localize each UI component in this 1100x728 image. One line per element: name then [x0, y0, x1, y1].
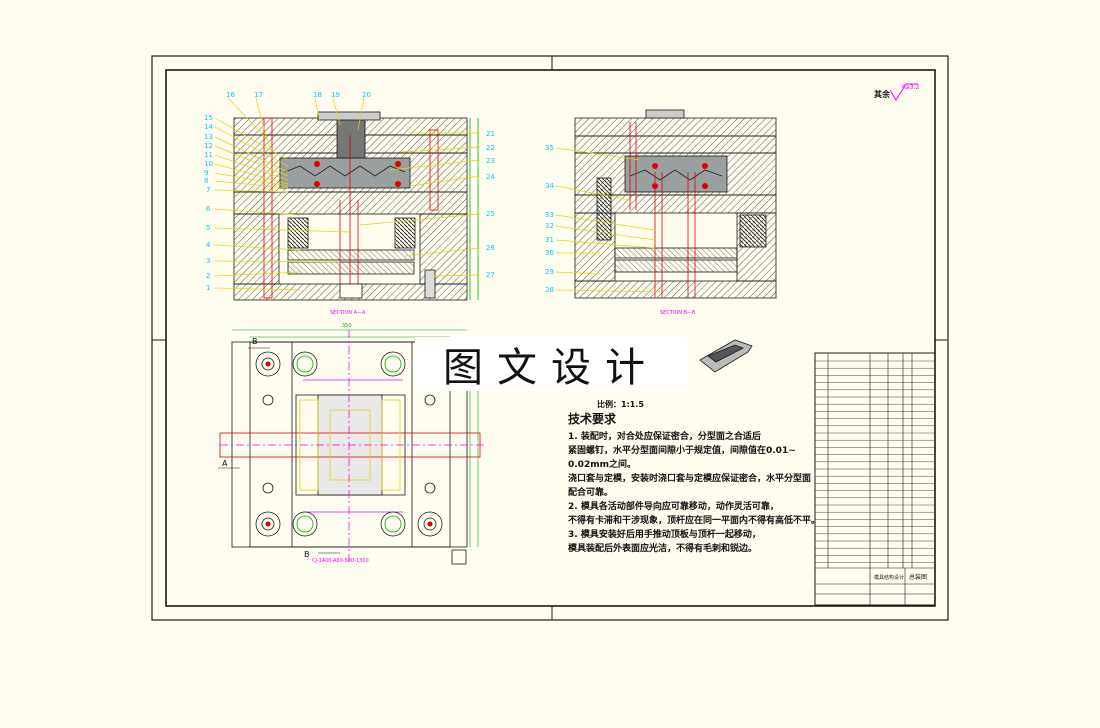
- section-aa-callout: 9: [204, 169, 208, 177]
- tech-line: 不得有卡滞和干涉现象，顶杆应在同一平面内不得有高低不平。: [568, 516, 821, 526]
- tech-line: 模具装配后外表面应光洁，不得有毛刺和锐边。: [568, 544, 758, 554]
- title-block-rows: [815, 360, 935, 563]
- section-bb-callout: 33: [545, 211, 554, 219]
- tech-line: 浇口套与定模，安装时浇口套与定模应保证密合，水平分型面: [568, 474, 812, 484]
- roughness-value: Ra3.2: [902, 84, 919, 91]
- section-bb-label: SECTION B—B: [660, 310, 696, 316]
- section-aa-callout: 16: [226, 91, 235, 99]
- section-aa-callout: 4: [206, 241, 211, 249]
- view-mark-a-left: A: [222, 459, 228, 468]
- product-thumbnail: [699, 339, 753, 373]
- section-aa-callout: 7: [206, 186, 210, 194]
- section-aa-callout: 20: [362, 91, 371, 99]
- section-aa-callout: 11: [204, 151, 213, 159]
- section-aa-callout: 26: [486, 244, 495, 252]
- drawing-title: 总装图: [909, 573, 927, 581]
- section-bb-callout: 35: [545, 144, 554, 152]
- section-aa-callout: 3: [206, 257, 210, 265]
- tech-line: 1. 装配时，对合处应保证密合，分型面之合适后: [568, 432, 761, 442]
- section-aa-callout: 27: [486, 271, 495, 279]
- view-mark-b-bottom: B: [304, 550, 310, 559]
- tech-line: 3. 模具安装好后用手推动顶板与顶杆一起移动，: [568, 530, 761, 540]
- title-block: [814, 352, 936, 606]
- section-bb-view: [574, 109, 777, 299]
- section-aa-callout: 2: [206, 272, 210, 280]
- tech-title: 技术要求: [568, 412, 617, 426]
- section-aa-callout: 18: [313, 91, 322, 99]
- section-aa-callout: 22: [486, 144, 495, 152]
- section-aa-callout: 15: [204, 114, 213, 122]
- section-bb-callout: 31: [545, 236, 554, 244]
- section-aa-callout: 19: [331, 91, 340, 99]
- roughness-label: 其余: [874, 89, 891, 99]
- section-aa-callout: 1: [206, 284, 210, 292]
- part-number-label: CJ-1400-A60-500-1300: [312, 558, 369, 564]
- tech-line: 配合可靠。: [568, 488, 614, 498]
- section-aa-callout: 23: [486, 157, 495, 165]
- section-aa-callout: 5: [206, 224, 210, 232]
- section-aa-callout: 8: [204, 177, 208, 185]
- section-aa-callout: 6: [206, 205, 211, 213]
- overall-dimension: 350: [342, 323, 352, 329]
- section-bb-callout: 28: [545, 286, 554, 294]
- tech-line: 紧固螺钉，水平分型面间隙小于规定值，间隙值在0.01~: [568, 446, 796, 456]
- title-name: 模具结构设计: [874, 574, 904, 581]
- tech-line: 2. 模具各活动部件导向应可靠移动，动作灵活可靠，: [568, 502, 779, 512]
- tech-line: 0.02mm之间。: [568, 460, 636, 470]
- scale-text: 比例：1:1.5: [597, 400, 644, 409]
- section-aa-callout: 14: [204, 123, 213, 131]
- section-bb-callout: 29: [545, 268, 554, 276]
- section-aa-callout: 24: [486, 173, 495, 181]
- section-aa-view: [233, 111, 479, 301]
- watermark-banner: 图文设计: [415, 337, 687, 391]
- section-aa-callout: 13: [204, 133, 213, 141]
- section-aa-callout: 12: [204, 142, 213, 150]
- section-aa-callout: 25: [486, 210, 495, 218]
- technical-requirements: 技术要求 1. 装配时，对合处应保证密合，分型面之合适后 紧固螺钉，水平分型面间…: [568, 412, 821, 556]
- section-aa-callout: 10: [204, 160, 213, 168]
- section-aa-callout: 21: [486, 130, 495, 138]
- view-mark-b-top: B: [252, 337, 258, 346]
- section-aa-callout: 17: [254, 91, 263, 99]
- section-bb-callout: 32: [545, 222, 554, 230]
- section-aa-label: SECTION A—A: [330, 310, 366, 316]
- section-bb-callout: 34: [545, 182, 554, 190]
- section-bb-callout: 30: [545, 249, 554, 257]
